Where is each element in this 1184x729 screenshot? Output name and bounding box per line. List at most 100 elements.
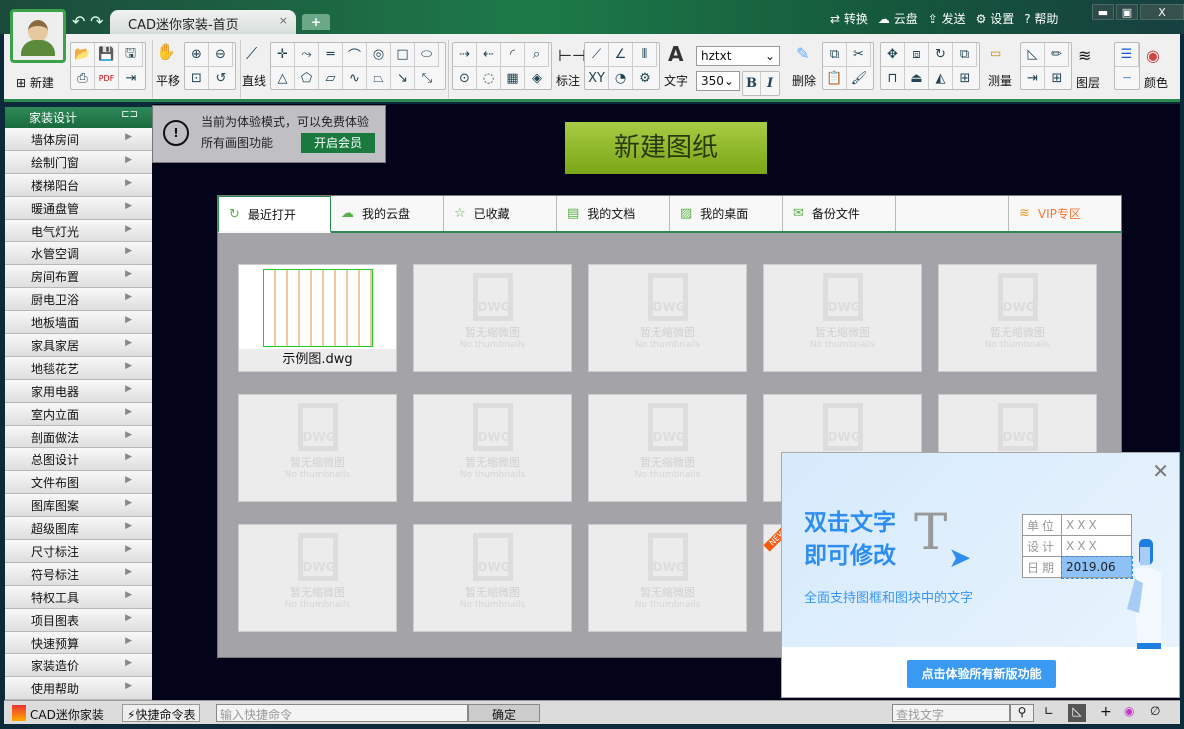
open-membership-button[interactable]: 开启会员 xyxy=(301,133,375,153)
tab-2[interactable]: ☆ 已收藏 xyxy=(444,196,557,231)
sidebar-item[interactable]: 使用帮助 ▶ xyxy=(5,677,152,701)
move-icon[interactable]: ✥ xyxy=(881,43,905,66)
sidebar-item[interactable]: 电气灯光 ▶ xyxy=(5,219,152,243)
command-input[interactable]: 输入快捷命令 xyxy=(216,704,468,722)
tab-0[interactable]: ↻ 最近打开 xyxy=(218,196,331,233)
save-as-icon[interactable]: 🖫 xyxy=(119,43,143,66)
parallelogram-icon[interactable]: ▱ xyxy=(319,66,343,89)
ortho-icon[interactable]: ∟ xyxy=(1044,704,1054,722)
measure-button[interactable]: 测量 xyxy=(988,72,1012,89)
file-thumbnail[interactable]: DWG 暂无缩微图No thumbnails xyxy=(413,264,572,372)
tab-3[interactable]: ▤ 我的文档 xyxy=(557,196,670,231)
user-avatar[interactable] xyxy=(10,9,66,63)
confirm-button[interactable]: 确定 xyxy=(468,704,540,722)
close-popup-icon[interactable]: ✕ xyxy=(1152,459,1169,483)
lasso-icon[interactable]: ⌕ xyxy=(525,43,549,66)
match-properties-icon[interactable]: 🖌 xyxy=(847,66,871,89)
line-icon[interactable]: ⟋ xyxy=(246,44,257,64)
sidebar-item[interactable]: 绘制门窗 ▶ xyxy=(5,150,152,174)
new-drawing-button[interactable]: 新建图纸 xyxy=(565,122,767,174)
close-button[interactable]: X xyxy=(1140,4,1184,20)
sidebar-item[interactable]: 楼梯阳台 ▶ xyxy=(5,173,152,197)
ruler-icon[interactable]: ▭ xyxy=(990,46,1001,60)
trapezoid-icon[interactable]: ⏢ xyxy=(367,66,391,89)
triangle-icon[interactable]: △ xyxy=(271,66,295,89)
arc-icon[interactable]: ⌒ xyxy=(343,43,367,66)
layers-icon[interactable]: ≋ xyxy=(1078,46,1091,65)
pentagon-icon[interactable]: ⬠ xyxy=(295,66,319,89)
sidebar-item[interactable]: 厨电卫浴 ▶ xyxy=(5,288,152,312)
aligned-dim-icon[interactable]: ⟋ xyxy=(585,43,609,66)
sidebar-item[interactable]: 水管空调 ▶ xyxy=(5,242,152,266)
insert-image-icon[interactable]: ⇥ xyxy=(1021,66,1045,89)
mirror-icon[interactable]: ◭ xyxy=(929,66,953,89)
pdf-icon[interactable]: PDF xyxy=(95,66,119,89)
sidebar-item[interactable]: 家用电器 ▶ xyxy=(5,379,152,403)
title-link-2[interactable]: ⇪ 发送 xyxy=(928,10,966,27)
sidebar-item[interactable]: 超级图库 ▶ xyxy=(5,517,152,541)
circle-tangent-icon[interactable]: ◌ xyxy=(477,66,501,89)
insert-table-icon[interactable]: ⊞ xyxy=(1045,66,1069,89)
save-icon[interactable]: 💾 xyxy=(95,43,119,66)
tab-6[interactable]: ≋ VIP专区 xyxy=(1008,196,1121,231)
radius-icon[interactable]: ◔ xyxy=(609,66,633,89)
pin-icon[interactable]: ⊏⊐ xyxy=(121,109,138,120)
extend-icon[interactable]: ⇢ xyxy=(453,43,477,66)
sidebar-item[interactable]: 剖面做法 ▶ xyxy=(5,425,152,449)
file-thumbnail[interactable]: DWG 暂无缩微图No thumbnails xyxy=(413,524,572,632)
sidebar-item[interactable]: 暖通盘管 ▶ xyxy=(5,196,152,220)
text-button[interactable]: 文字 xyxy=(664,72,688,89)
arrow-icon[interactable]: ↘ xyxy=(391,66,415,89)
circle-icon[interactable]: ◎ xyxy=(367,43,391,66)
text-size-select[interactable]: 350⌄ xyxy=(696,71,740,91)
array-icon[interactable]: ⊞ xyxy=(953,66,977,89)
close-tab-icon[interactable]: × xyxy=(279,14,288,27)
tab-4[interactable]: ▨ 我的桌面 xyxy=(670,196,783,231)
linetype-toggle-icon[interactable]: ∅ xyxy=(1150,704,1160,722)
file-thumbnail[interactable]: DWG 暂无缩微图No thumbnails xyxy=(413,394,572,502)
fillet-icon[interactable]: ◜ xyxy=(501,43,525,66)
sidebar-item[interactable]: 特权工具 ▶ xyxy=(5,585,152,609)
sidebar-item[interactable]: 家装造价 ▶ xyxy=(5,654,152,678)
spline-icon[interactable]: ∿ xyxy=(343,66,367,89)
text-icon[interactable]: A xyxy=(668,42,683,66)
sidebar-item[interactable]: 文件布图 ▶ xyxy=(5,471,152,495)
layer-button[interactable]: 图层 xyxy=(1076,74,1100,91)
file-thumbnail[interactable]: 示例图.dwg xyxy=(238,264,397,372)
offset-icon[interactable]: ⊓ xyxy=(881,66,905,89)
double-arrow-icon[interactable]: ⤡ xyxy=(415,66,439,89)
redo-icon[interactable]: ↷ xyxy=(90,12,103,31)
eraser-icon[interactable]: ✎ xyxy=(796,44,809,63)
sidebar-item[interactable]: 房间布置 ▶ xyxy=(5,265,152,289)
trim-icon[interactable]: ⇠ xyxy=(477,43,501,66)
tab-home[interactable]: CAD迷你家装-首页 × xyxy=(110,10,296,34)
sidebar-item[interactable]: 尺寸标注 ▶ xyxy=(5,540,152,563)
sidebar-item[interactable]: 项目图表 ▶ xyxy=(5,608,152,632)
double-line-icon[interactable]: ═ xyxy=(319,43,343,66)
search-icon[interactable]: ⚲ xyxy=(1010,704,1034,722)
ellipse-icon[interactable]: ⬭ xyxy=(415,43,439,66)
polyline-icon[interactable]: ⤳ xyxy=(295,43,319,66)
title-link-4[interactable]: ? 帮助 xyxy=(1024,10,1058,27)
color-wheel-icon[interactable]: ◉ xyxy=(1146,46,1160,65)
hand-icon[interactable]: ✋ xyxy=(156,42,176,61)
snap-icon[interactable]: ◺ xyxy=(1068,704,1086,722)
title-link-1[interactable]: ☁ 云盘 xyxy=(878,10,918,27)
file-thumbnail[interactable]: DWG 暂无缩微图No thumbnails xyxy=(763,264,922,372)
new-tab-button[interactable]: + xyxy=(302,14,330,30)
file-thumbnail[interactable]: DWG 暂无缩微图No thumbnails xyxy=(238,524,397,632)
color-icon[interactable]: ◉ xyxy=(1124,704,1134,722)
angle-dim-icon[interactable]: ∠ xyxy=(609,43,633,66)
dimension-icon[interactable]: ⊢⊣ xyxy=(558,46,586,65)
circle-3p-icon[interactable]: ⊙ xyxy=(453,66,477,89)
rectangle-icon[interactable]: □ xyxy=(391,43,415,66)
lineweight-icon[interactable]: ☰ xyxy=(1115,43,1139,66)
title-link-0[interactable]: ⇄ 转换 xyxy=(830,10,868,27)
minimize-button[interactable]: ▬ xyxy=(1092,4,1114,20)
file-thumbnail[interactable]: DWG 暂无缩微图No thumbnails xyxy=(588,524,747,632)
coordinate-icon[interactable]: XY xyxy=(585,66,609,89)
font-select[interactable]: hztxt ⌄ xyxy=(696,46,780,66)
area-icon[interactable]: ◺ xyxy=(1021,43,1045,66)
maximize-button[interactable]: ▣ xyxy=(1116,4,1138,20)
color-button[interactable]: 颜色 xyxy=(1144,74,1168,91)
